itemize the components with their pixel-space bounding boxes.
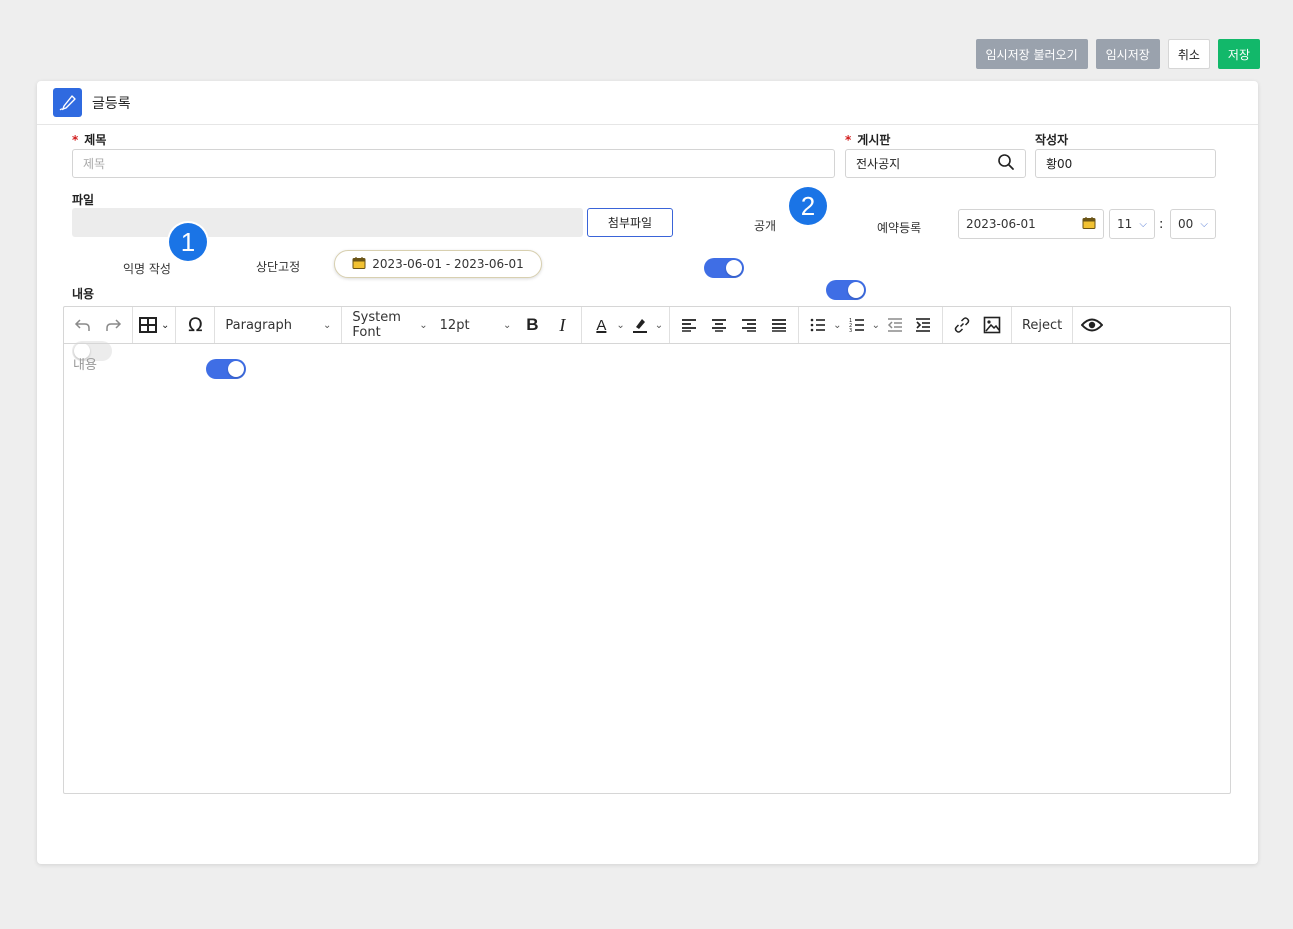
title-input[interactable]: 제목 <box>72 149 835 178</box>
card-header: 글등록 <box>37 81 1258 125</box>
public-toggle[interactable] <box>704 258 744 278</box>
anonymous-label: 익명 작성 <box>123 262 171 276</box>
callout-marker-1: 1 <box>169 223 207 261</box>
table-icon[interactable]: ⌄ <box>139 311 169 339</box>
editor-toolbar: ⌄ Ω Paragraph⌄ System Font⌄ 12pt⌄ B I <box>64 307 1230 344</box>
search-icon[interactable] <box>997 153 1015 174</box>
chevron-down-icon: ⌵ <box>1139 218 1147 230</box>
font-family-select[interactable]: System Font ⌄ <box>348 310 431 340</box>
bold-button[interactable]: B <box>519 311 545 339</box>
schedule-hour-select[interactable]: 11 ⌵ <box>1109 209 1155 239</box>
calendar-icon[interactable] <box>1082 216 1096 233</box>
chevron-down-icon: ⌄ <box>161 319 170 331</box>
outdent-icon[interactable] <box>882 311 908 339</box>
file-input[interactable] <box>72 208 583 237</box>
attach-file-button[interactable]: 첨부파일 <box>587 208 673 237</box>
schedule-label: 예약등록 <box>877 221 922 235</box>
top-actions: 임시저장 불러오기 임시저장 취소 저장 <box>975 39 1260 69</box>
font-size-select[interactable]: 12pt ⌄ <box>436 311 516 339</box>
public-label: 공개 <box>754 219 777 233</box>
align-right-icon[interactable] <box>736 311 762 339</box>
align-center-icon[interactable] <box>706 311 732 339</box>
chevron-down-icon[interactable]: ⌄ <box>872 320 880 331</box>
page-title: 글등록 <box>92 95 131 112</box>
save-button[interactable]: 저장 <box>1217 39 1260 69</box>
rich-text-editor: ⌄ Ω Paragraph⌄ System Font⌄ 12pt⌄ B I <box>63 306 1231 794</box>
chevron-down-icon[interactable]: ⌄ <box>655 320 663 331</box>
load-draft-button[interactable]: 임시저장 불러오기 <box>975 39 1088 69</box>
chevron-down-icon[interactable]: ⌄ <box>616 320 624 331</box>
bullet-list-icon[interactable] <box>805 311 831 339</box>
pin-date-range[interactable]: 2023-06-01 - 2023-06-01 <box>334 250 542 278</box>
chevron-down-icon: ⌄ <box>503 319 512 331</box>
post-form-card: 글등록 * 제목 제목 * 게시판 전사공지 작성자 황00 파일 첨부파일 공개 … <box>37 81 1258 864</box>
save-draft-button[interactable]: 임시저장 <box>1095 39 1160 69</box>
schedule-date-input[interactable]: 2023-06-01 <box>958 209 1104 239</box>
cancel-button[interactable]: 취소 <box>1167 39 1210 69</box>
svg-text:3: 3 <box>849 328 852 333</box>
pen-icon <box>53 88 82 117</box>
chevron-down-icon: ⌄ <box>323 319 332 331</box>
chevron-down-icon: ⌄ <box>419 319 428 331</box>
author-label: 작성자 <box>1035 133 1069 147</box>
title-label: * 제목 <box>72 133 107 147</box>
callout-marker-2: 2 <box>789 187 827 225</box>
highlight-color-icon[interactable] <box>627 311 653 339</box>
board-label: * 게시판 <box>845 133 891 147</box>
undo-icon[interactable] <box>70 311 96 339</box>
chevron-down-icon[interactable]: ⌄ <box>833 320 841 331</box>
editor-content-area[interactable]: 내용 <box>64 344 1230 383</box>
content-label: 내용 <box>72 287 95 301</box>
time-separator: : <box>1159 217 1164 232</box>
align-left-icon[interactable] <box>676 311 702 339</box>
content-placeholder: 내용 <box>73 358 97 373</box>
image-icon[interactable] <box>979 311 1005 339</box>
numbered-list-icon[interactable]: 123 <box>844 311 870 339</box>
special-character-icon[interactable]: Ω <box>182 311 208 339</box>
indent-icon[interactable] <box>910 311 936 339</box>
text-color-button[interactable]: A <box>588 311 614 339</box>
schedule-minute-select[interactable]: 00 ⌵ <box>1170 209 1216 239</box>
preview-eye-icon[interactable] <box>1079 311 1105 339</box>
block-format-select[interactable]: Paragraph ⌄ <box>221 311 335 339</box>
schedule-toggle[interactable] <box>826 280 866 300</box>
calendar-icon <box>352 256 366 273</box>
chevron-down-icon: ⌵ <box>1200 218 1208 230</box>
board-select[interactable]: 전사공지 <box>845 149 1026 178</box>
reject-button[interactable]: Reject <box>1018 311 1066 339</box>
align-justify-icon[interactable] <box>766 311 792 339</box>
author-field: 황00 <box>1035 149 1216 178</box>
redo-icon[interactable] <box>100 311 126 339</box>
pin-label: 상단고정 <box>256 260 301 274</box>
file-label: 파일 <box>72 193 95 207</box>
link-icon[interactable] <box>949 311 975 339</box>
italic-button[interactable]: I <box>549 311 575 339</box>
